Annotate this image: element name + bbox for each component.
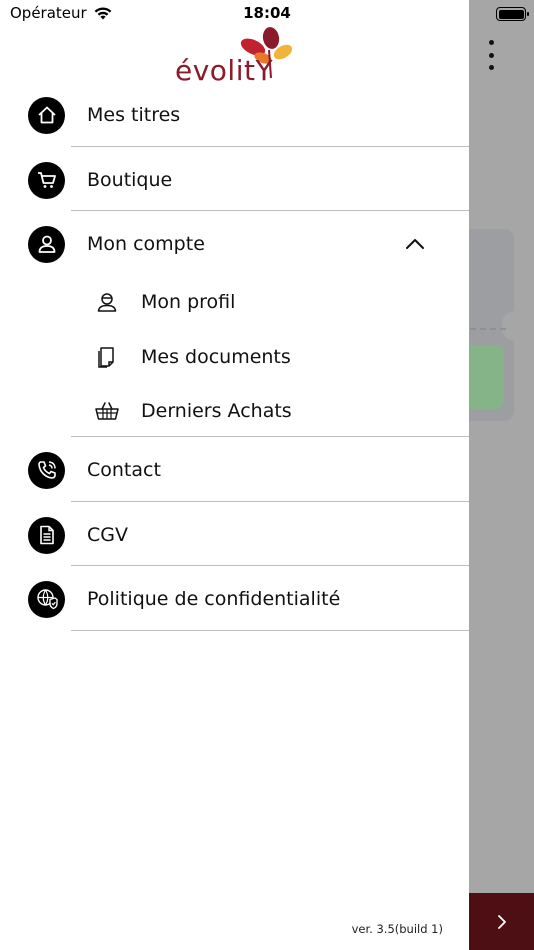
documents-icon [94,344,120,370]
submenu-item-mes-documents[interactable]: Mes documents [0,332,469,382]
profile-icon [94,289,120,315]
app-version: ver. 3.5(build 1) [351,922,443,936]
submenu-label-mes-documents: Mes documents [141,346,291,368]
shield-globe-icon [28,580,65,618]
phone-icon [28,451,65,489]
menu-item-mon-compte[interactable]: Mon compte [0,212,469,276]
menu-item-politique-confidentialite[interactable]: Politique de confidentialité [0,567,469,631]
menu-label-mes-titres: Mes titres [87,104,181,126]
divider [71,146,469,147]
background-card-notch [502,311,528,341]
menu-item-cgv[interactable]: CGV [0,503,469,567]
submenu-label-mon-profil: Mon profil [141,291,236,313]
chevron-right-icon [497,914,506,929]
menu-item-boutique[interactable]: Boutique [0,148,469,212]
document-icon [28,516,65,554]
divider [71,436,469,437]
divider [71,210,469,211]
divider [71,501,469,502]
cart-icon [28,161,65,199]
submenu-label-derniers-achats: Derniers Achats [141,400,292,422]
menu-label-mon-compte: Mon compte [87,233,205,255]
menu-label-cgv: CGV [87,524,128,546]
menu-item-contact[interactable]: Contact [0,438,469,502]
menu-label-politique-confidentialite: Politique de confidentialité [87,588,341,610]
more-options-icon[interactable] [484,40,498,70]
menu-label-boutique: Boutique [87,169,173,191]
divider [71,630,469,631]
menu-label-contact: Contact [87,459,161,481]
divider [71,565,469,566]
chevron-up-icon[interactable] [404,233,426,255]
basket-icon [94,398,120,424]
navigation-drawer: évolitY Mes titres Boutique Mon compte M… [0,0,469,950]
evolity-logo: évolitY [175,26,300,87]
submenu-item-mon-profil[interactable]: Mon profil [0,277,469,327]
next-button[interactable] [469,893,534,950]
battery-icon [496,7,529,21]
status-time: 18:04 [243,4,291,22]
submenu-item-derniers-achats[interactable]: Derniers Achats [0,386,469,436]
home-icon [28,96,65,134]
menu-item-mes-titres[interactable]: Mes titres [0,83,469,147]
user-icon [28,225,65,263]
